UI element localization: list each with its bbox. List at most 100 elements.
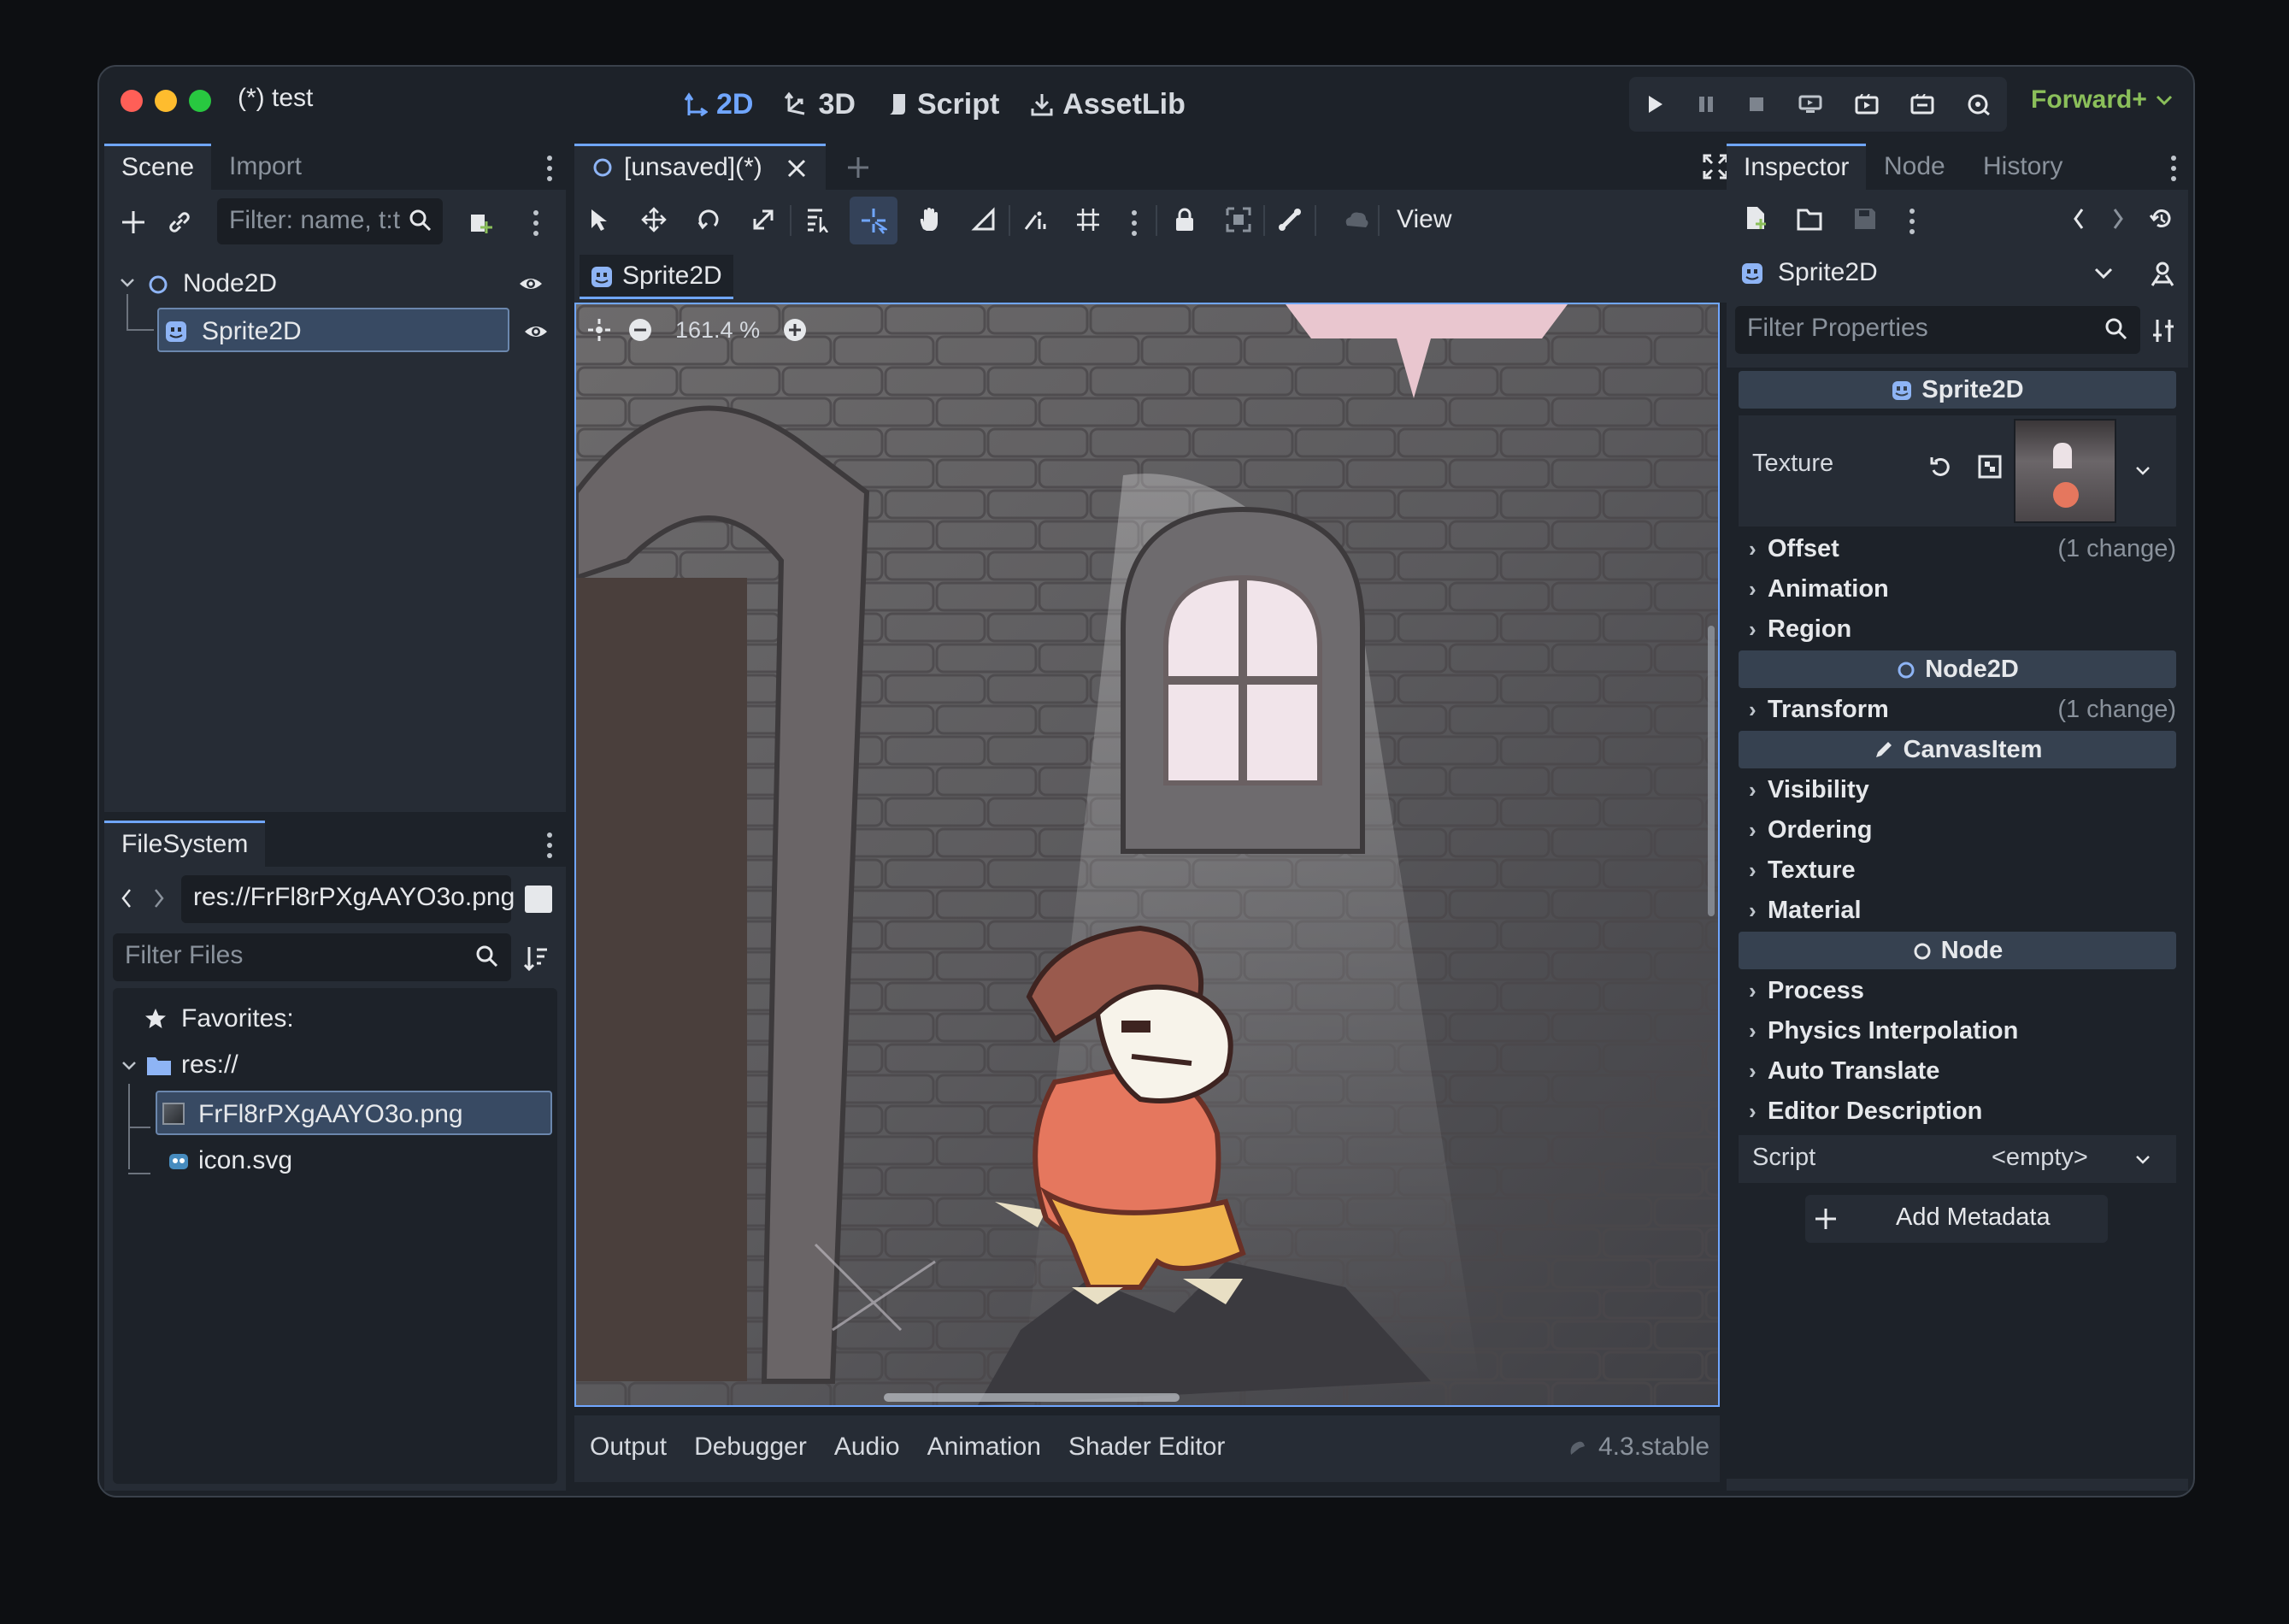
add-node-icon[interactable]: [116, 205, 150, 239]
script-workspace-button[interactable]: Script: [886, 80, 999, 128]
file-item-svg[interactable]: icon.svg: [113, 1139, 557, 1183]
section-ordering[interactable]: › Ordering: [1739, 811, 2176, 849]
scene-dock-menu-icon[interactable]: [547, 156, 552, 186]
object-selector[interactable]: Sprite2D: [1735, 250, 2125, 297]
tab-shader-editor[interactable]: Shader Editor: [1068, 1433, 1225, 1462]
section-editor-description[interactable]: › Editor Description: [1739, 1092, 2176, 1130]
forward-arrow-icon[interactable]: [152, 887, 166, 909]
grid-snap-icon[interactable]: [1075, 207, 1101, 232]
instantiate-scene-icon[interactable]: [463, 205, 497, 239]
pause-icon[interactable]: [1697, 94, 1715, 115]
play-icon[interactable]: [1645, 94, 1664, 115]
zoom-out-icon[interactable]: [627, 317, 653, 343]
horizontal-scrollbar[interactable]: [884, 1393, 1180, 1402]
canvas-viewport[interactable]: 161.4 %: [574, 303, 1720, 1407]
tab-output[interactable]: Output: [590, 1433, 667, 1462]
recent-history-icon[interactable]: [2149, 207, 2174, 231]
documentation-icon[interactable]: [2149, 260, 2176, 287]
maximize-window-button[interactable]: [189, 90, 211, 112]
smart-snap-toggle[interactable]: [850, 197, 897, 244]
inspector-options-icon[interactable]: [1909, 209, 1915, 239]
tab-animation[interactable]: Animation: [927, 1433, 1041, 1462]
section-physics-interpolation[interactable]: › Physics Interpolation: [1739, 1012, 2176, 1050]
tab-node[interactable]: Node: [1867, 144, 1962, 190]
assetlib-workspace-button[interactable]: AssetLib: [1030, 80, 1186, 128]
section-region[interactable]: › Region: [1739, 610, 2176, 648]
selectable-nodes-list-icon[interactable]: [805, 207, 833, 232]
add-scene-tab-icon[interactable]: [846, 156, 870, 179]
checker-resource-icon[interactable]: [1978, 455, 2002, 479]
3d-workspace-button[interactable]: 3D: [784, 80, 856, 128]
select-mode-icon[interactable]: [586, 207, 612, 232]
update-spinner-icon[interactable]: [1568, 1438, 1586, 1460]
collapse-arrow-icon[interactable]: [120, 277, 135, 289]
tab-scene[interactable]: Scene: [104, 144, 212, 190]
tab-import[interactable]: Import: [212, 144, 319, 190]
tab-filesystem[interactable]: FileSystem: [104, 821, 266, 867]
rotate-mode-icon[interactable]: [696, 207, 721, 232]
vertical-scrollbar[interactable]: [1708, 626, 1715, 916]
distraction-free-icon[interactable]: [1703, 154, 1728, 179]
smart-snapping-icon[interactable]: [1022, 207, 1048, 232]
visibility-eye-icon[interactable]: [518, 274, 544, 294]
ruler-icon[interactable]: [971, 207, 997, 232]
pan-hand-icon[interactable]: [916, 207, 942, 232]
chevron-down-icon[interactable]: [2135, 1154, 2151, 1166]
tab-unsaved-scene[interactable]: [unsaved](*): [574, 144, 826, 190]
section-process[interactable]: › Process: [1739, 972, 2176, 1009]
chevron-down-icon[interactable]: [2135, 465, 2151, 477]
section-texture[interactable]: › Texture: [1739, 851, 2176, 889]
open-folder-icon[interactable]: [1797, 207, 1824, 231]
collapse-arrow-icon[interactable]: [121, 1060, 137, 1072]
center-view-icon[interactable]: [586, 317, 612, 343]
file-item-png[interactable]: FrFl8rPXgAAYO3o.png: [156, 1091, 552, 1135]
property-options-icon[interactable]: [2151, 318, 2176, 344]
scene-tree-menu-icon[interactable]: [533, 210, 538, 241]
play-scene-icon[interactable]: [1855, 94, 1879, 115]
scale-mode-icon[interactable]: [750, 207, 776, 232]
minimize-window-button[interactable]: [155, 90, 177, 112]
script-value[interactable]: <empty>: [1992, 1144, 2088, 1172]
remote-deploy-icon[interactable]: [1798, 94, 1822, 115]
section-offset[interactable]: › Offset (1 change): [1739, 530, 2176, 568]
2d-workspace-button[interactable]: 2D: [684, 80, 753, 128]
close-icon[interactable]: [786, 158, 807, 179]
save-icon[interactable]: [1853, 207, 1877, 231]
play-custom-scene-icon[interactable]: [1910, 94, 1934, 115]
tab-history[interactable]: History: [1966, 144, 2080, 190]
filter-files-input[interactable]: Filter Files: [113, 933, 511, 981]
filter-properties-input[interactable]: Filter Properties: [1735, 306, 2140, 354]
visibility-eye-icon[interactable]: [523, 321, 549, 342]
scene-filter-input[interactable]: Filter: name, t:t: [217, 198, 443, 244]
history-forward-icon[interactable]: [2111, 207, 2125, 231]
link-icon[interactable]: [162, 205, 197, 239]
inspector-dock-menu-icon[interactable]: [2171, 156, 2176, 186]
filesystem-path-field[interactable]: res://FrFl8rPXgAAYO3o.png: [181, 875, 515, 923]
zoom-level[interactable]: 161.4 %: [668, 317, 767, 344]
sort-icon[interactable]: [523, 945, 549, 971]
particles-icon[interactable]: [1342, 209, 1371, 232]
renderer-select[interactable]: Forward+: [2031, 85, 2173, 115]
section-transform[interactable]: › Transform (1 change): [1739, 691, 2176, 728]
texture-preview-thumbnail[interactable]: [2014, 419, 2116, 523]
tree-item-sprite2d[interactable]: Sprite2D: [157, 308, 509, 352]
back-arrow-icon[interactable]: [120, 887, 133, 909]
tab-debugger[interactable]: Debugger: [694, 1433, 807, 1462]
filesystem-menu-icon[interactable]: [547, 833, 552, 863]
snap-options-menu-icon[interactable]: [1132, 210, 1137, 241]
skeleton-bone-icon[interactable]: [1277, 207, 1303, 232]
lock-icon[interactable]: [1173, 207, 1197, 232]
tab-audio[interactable]: Audio: [834, 1433, 900, 1462]
section-auto-translate[interactable]: › Auto Translate: [1739, 1052, 2176, 1090]
section-animation[interactable]: › Animation: [1739, 570, 2176, 608]
tab-inspector[interactable]: Inspector: [1727, 144, 1867, 190]
history-back-icon[interactable]: [2072, 207, 2086, 231]
favorites-item[interactable]: Favorites:: [113, 997, 557, 1041]
move-mode-icon[interactable]: [641, 207, 667, 232]
toggle-split-mode-icon[interactable]: [525, 886, 552, 913]
section-visibility[interactable]: › Visibility: [1739, 771, 2176, 809]
breadcrumb-sprite2d[interactable]: Sprite2D: [580, 255, 733, 299]
movie-maker-icon[interactable]: [1967, 93, 1991, 115]
revert-icon[interactable]: [1928, 455, 1952, 479]
tree-item-node2d[interactable]: Node2D: [104, 262, 566, 306]
